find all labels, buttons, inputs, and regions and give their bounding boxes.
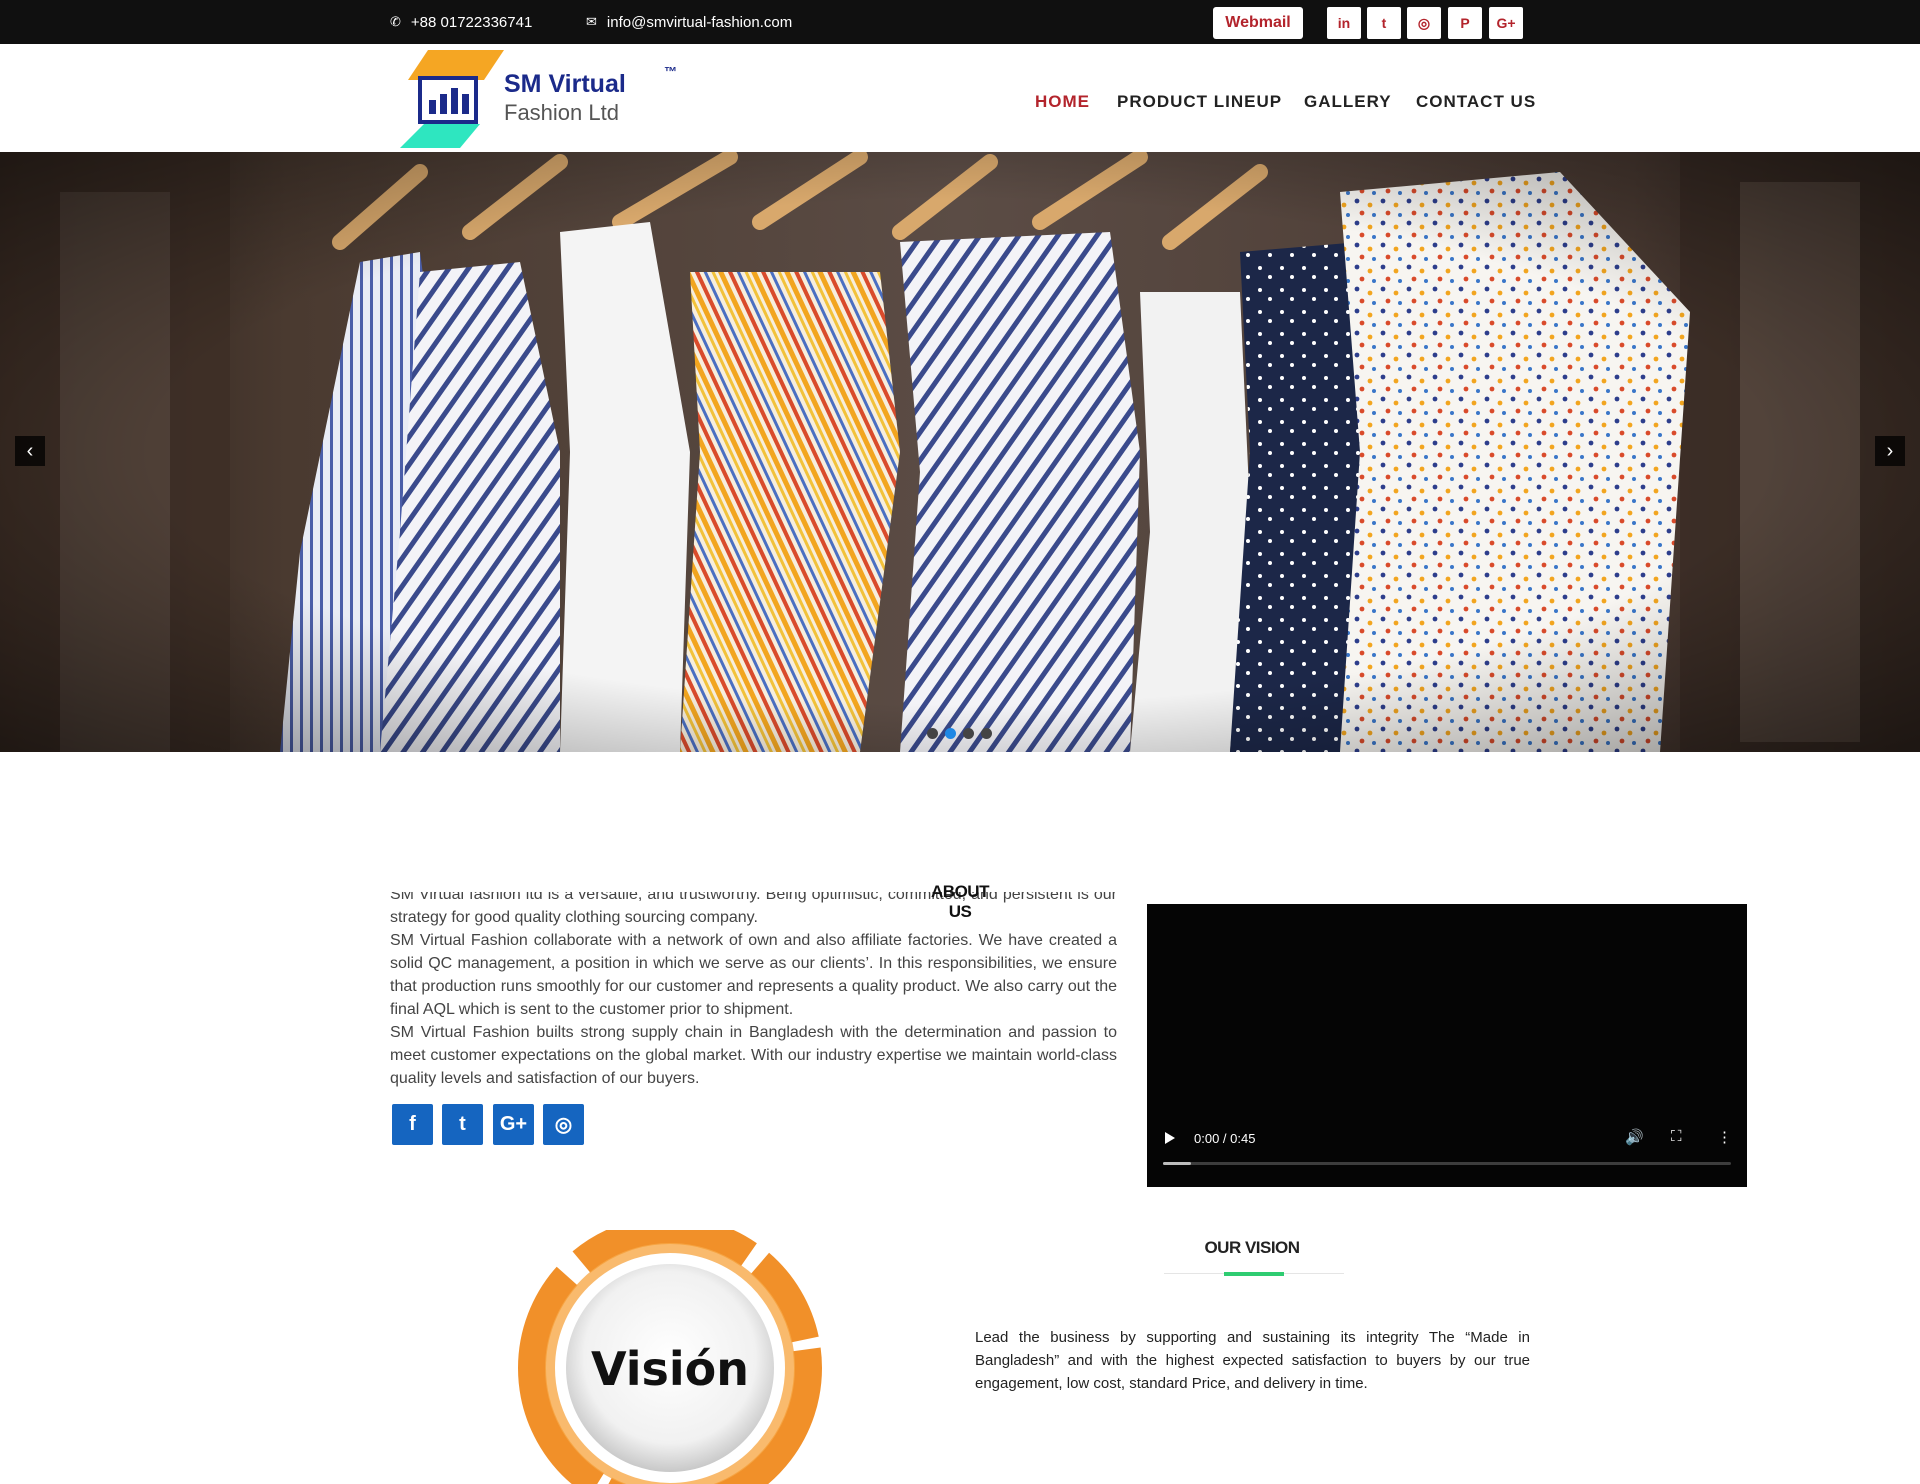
video-progress-fill xyxy=(1163,1162,1192,1165)
instagram-icon[interactable]: ◎ xyxy=(543,1104,584,1145)
pinterest-icon[interactable]: P xyxy=(1448,7,1482,39)
twitter-icon[interactable]: t xyxy=(442,1104,483,1145)
google-plus-icon[interactable]: G+ xyxy=(493,1104,534,1145)
about-title: ABOUT US xyxy=(931,882,989,921)
slider-next-button[interactable]: › xyxy=(1875,436,1905,466)
volume-icon[interactable]: 🔊 xyxy=(1625,1128,1644,1146)
vision-accent-bar xyxy=(1224,1272,1284,1276)
video-progress-bar[interactable] xyxy=(1163,1162,1731,1165)
slider-dot-1[interactable] xyxy=(927,728,938,739)
more-options-icon[interactable]: ⋮ xyxy=(1717,1128,1732,1146)
linkedin-icon[interactable]: in xyxy=(1327,7,1361,39)
hero-slider[interactable] xyxy=(0,152,1920,752)
nav-contact-us[interactable]: CONTACT US xyxy=(1416,92,1536,114)
instagram-icon[interactable]: ◎ xyxy=(1407,7,1441,39)
slider-prev-button[interactable]: ‹ xyxy=(15,436,45,466)
video-time: 0:00 / 0:45 xyxy=(1194,1131,1256,1146)
phone-number: +88 01722336741 xyxy=(410,13,533,31)
vision-image: Visión xyxy=(518,1230,822,1484)
vision-image-word: Visión xyxy=(591,1342,749,1396)
top-bar: ✆ +88 01722336741 ✉ info@smvirtual-fashi… xyxy=(0,0,1920,44)
site-header xyxy=(0,44,1920,152)
slider-dot-3[interactable] xyxy=(963,728,974,739)
phone-contact[interactable]: ✆ +88 01722336741 xyxy=(390,0,532,44)
about-paragraph-1: SM Virtual fashion ltd is a versatile, a… xyxy=(390,892,1117,926)
video-player[interactable]: 0:00 / 0:45 🔊 ⛶ ⋮ xyxy=(1147,904,1747,1187)
envelope-icon: ✉ xyxy=(586,14,597,29)
facebook-icon[interactable]: f xyxy=(392,1104,433,1145)
logo-line-1: SM Virtual xyxy=(504,70,626,98)
company-logo[interactable]: SM Virtual ™ Fashion Ltd xyxy=(398,50,688,150)
about-paragraph-2: SM Virtual Fashion collaborate with a ne… xyxy=(390,932,1117,1018)
google-plus-icon[interactable]: G+ xyxy=(1489,7,1523,39)
slider-dot-2[interactable] xyxy=(945,728,956,739)
logo-line-2: Fashion Ltd xyxy=(504,100,619,125)
phone-icon: ✆ xyxy=(390,14,401,29)
webmail-button[interactable]: Webmail xyxy=(1213,7,1303,39)
hero-image-clothes-rack xyxy=(0,152,1920,752)
trademark-symbol: ™ xyxy=(664,64,677,79)
about-text: SM Virtual fashion ltd is a versatile, a… xyxy=(390,892,1117,1098)
nav-home[interactable]: HOME xyxy=(1035,92,1090,114)
vision-text: Lead the business by supporting and sust… xyxy=(975,1329,1530,1392)
email-address: info@smvirtual-fashion.com xyxy=(606,13,793,31)
slider-shadow xyxy=(0,752,1920,832)
fullscreen-icon[interactable]: ⛶ xyxy=(1671,1128,1682,1145)
nav-gallery[interactable]: GALLERY xyxy=(1304,92,1392,114)
slider-dot-4[interactable] xyxy=(981,728,992,739)
about-paragraph-3: SM Virtual Fashion builts strong supply … xyxy=(390,1024,1117,1087)
twitter-icon[interactable]: t xyxy=(1367,7,1401,39)
vision-title: OUR VISION xyxy=(1204,1238,1300,1257)
play-icon[interactable] xyxy=(1165,1132,1175,1144)
email-contact[interactable]: ✉ info@smvirtual-fashion.com xyxy=(586,0,792,44)
nav-product-lineup[interactable]: PRODUCT LINEUP xyxy=(1117,92,1282,114)
